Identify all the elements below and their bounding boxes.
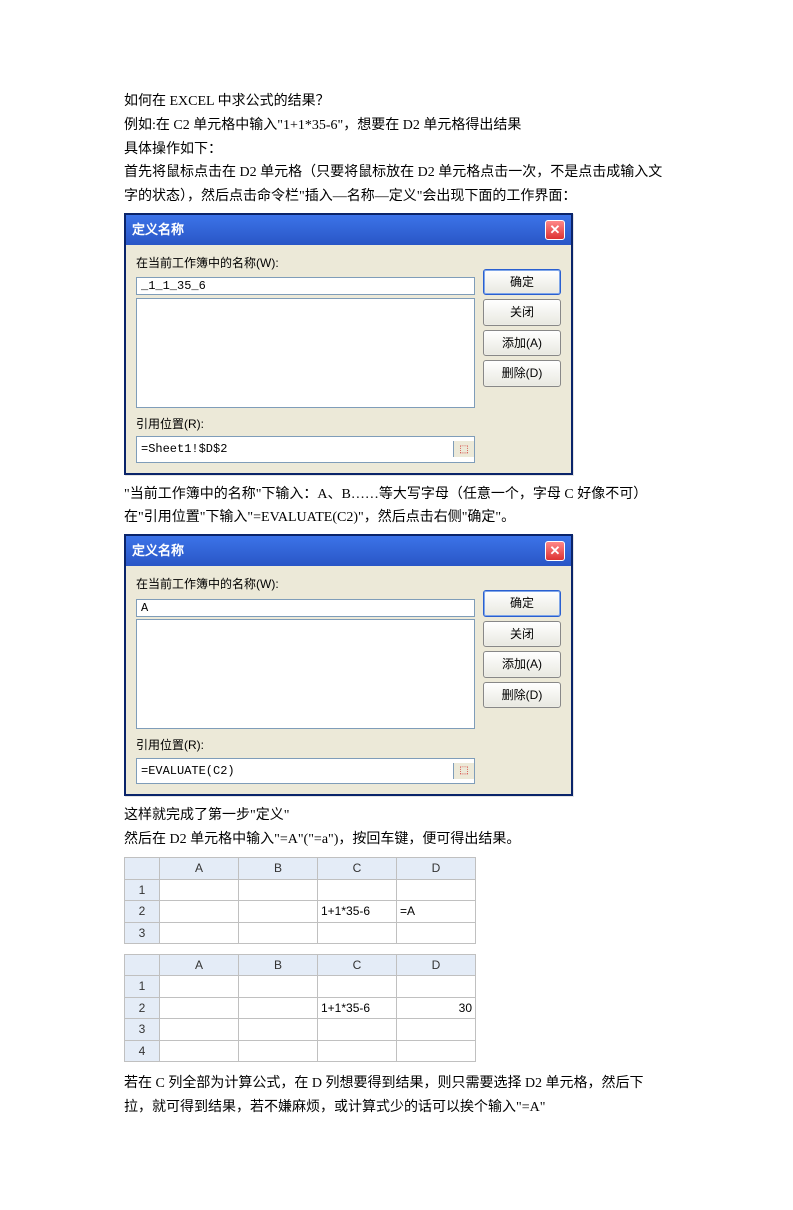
cell[interactable] — [160, 976, 239, 997]
paragraph: 具体操作如下： — [124, 138, 669, 162]
cell[interactable] — [318, 976, 397, 997]
col-header[interactable]: D — [397, 955, 476, 976]
cell[interactable] — [318, 879, 397, 900]
ref-input[interactable]: =Sheet1!$D$2 — [137, 437, 453, 461]
paragraph: 如何在 EXCEL 中求公式的结果？ — [124, 90, 669, 114]
cell[interactable] — [239, 976, 318, 997]
cell[interactable] — [239, 997, 318, 1018]
name-label: 在当前工作簿中的名称(W): — [136, 574, 475, 594]
ref-input[interactable]: =EVALUATE(C2) — [137, 759, 453, 783]
dialog-title: 定义名称 — [132, 219, 184, 241]
close-button[interactable]: 关闭 — [483, 621, 561, 647]
cell[interactable] — [239, 1040, 318, 1061]
cell[interactable] — [397, 1019, 476, 1040]
col-header[interactable]: C — [318, 955, 397, 976]
cell[interactable] — [397, 976, 476, 997]
cell[interactable] — [160, 1019, 239, 1040]
close-icon[interactable]: ✕ — [545, 220, 565, 240]
paragraph: 例如:在 C2 单元格中输入"1+1*35-6"，想要在 D2 单元格得出结果 — [124, 114, 669, 138]
cell[interactable]: =A — [397, 901, 476, 922]
row-header[interactable]: 3 — [125, 922, 160, 943]
cell[interactable] — [160, 901, 239, 922]
grid-corner[interactable] — [125, 955, 160, 976]
spreadsheet-grid: A B C D 1 2 1+1*35-6 =A 3 — [124, 857, 476, 944]
row-header[interactable]: 2 — [125, 901, 160, 922]
cell[interactable]: 1+1*35-6 — [318, 997, 397, 1018]
col-header[interactable]: B — [239, 955, 318, 976]
col-header[interactable]: A — [160, 955, 239, 976]
range-picker-icon[interactable]: ⬚ — [453, 763, 474, 779]
delete-button[interactable]: 删除(D) — [483, 360, 561, 386]
add-button[interactable]: 添加(A) — [483, 651, 561, 677]
names-listbox[interactable] — [136, 619, 475, 729]
cell[interactable] — [239, 879, 318, 900]
cell[interactable] — [160, 1040, 239, 1061]
close-button[interactable]: 关闭 — [483, 299, 561, 325]
row-header[interactable]: 3 — [125, 1019, 160, 1040]
cell[interactable] — [239, 922, 318, 943]
ok-button[interactable]: 确定 — [483, 590, 561, 616]
ok-button[interactable]: 确定 — [483, 269, 561, 295]
range-picker-icon[interactable]: ⬚ — [453, 441, 474, 457]
row-header[interactable]: 4 — [125, 1040, 160, 1061]
grid-corner[interactable] — [125, 858, 160, 879]
close-icon[interactable]: ✕ — [545, 541, 565, 561]
cell[interactable] — [239, 1019, 318, 1040]
row-header[interactable]: 2 — [125, 997, 160, 1018]
paragraph: 首先将鼠标点击在 D2 单元格（只要将鼠标放在 D2 单元格点击一次，不是点击成… — [124, 161, 669, 209]
paragraph: 在"引用位置"下输入"=EVALUATE(C2)"，然后点击右侧"确定"。 — [124, 506, 669, 530]
names-listbox[interactable] — [136, 298, 475, 408]
col-header[interactable]: A — [160, 858, 239, 879]
cell[interactable]: 1+1*35-6 — [318, 901, 397, 922]
cell[interactable] — [318, 1040, 397, 1061]
paragraph: 这样就完成了第一步"定义" — [124, 804, 669, 828]
col-header[interactable]: B — [239, 858, 318, 879]
row-header[interactable]: 1 — [125, 976, 160, 997]
cell[interactable] — [160, 922, 239, 943]
paragraph: 若在 C 列全部为计算公式，在 D 列想要得到结果，则只需要选择 D2 单元格，… — [124, 1072, 669, 1120]
row-header[interactable]: 1 — [125, 879, 160, 900]
add-button[interactable]: 添加(A) — [483, 330, 561, 356]
cell[interactable]: 30 — [397, 997, 476, 1018]
cell[interactable] — [318, 1019, 397, 1040]
col-header[interactable]: C — [318, 858, 397, 879]
name-input[interactable] — [136, 599, 475, 617]
spreadsheet-grid: A B C D 1 2 1+1*35-6 30 3 4 — [124, 954, 476, 1062]
cell[interactable] — [397, 1040, 476, 1061]
name-input[interactable] — [136, 277, 475, 295]
cell[interactable] — [239, 901, 318, 922]
paragraph: "当前工作簿中的名称"下输入：A、B……等大写字母（任意一个，字母 C 好像不可… — [124, 483, 669, 507]
ref-label: 引用位置(R): — [136, 735, 475, 755]
cell[interactable] — [397, 879, 476, 900]
cell[interactable] — [160, 997, 239, 1018]
paragraph: 然后在 D2 单元格中输入"=A"("=a")，按回车键，便可得出结果。 — [124, 828, 669, 852]
ref-label: 引用位置(R): — [136, 414, 475, 434]
delete-button[interactable]: 删除(D) — [483, 682, 561, 708]
dialog-titlebar: 定义名称 ✕ — [126, 536, 571, 566]
col-header[interactable]: D — [397, 858, 476, 879]
cell[interactable] — [160, 879, 239, 900]
define-name-dialog: 定义名称 ✕ 在当前工作簿中的名称(W): 引用位置(R): =EVALUATE… — [124, 534, 573, 796]
dialog-title: 定义名称 — [132, 540, 184, 562]
cell[interactable] — [397, 922, 476, 943]
define-name-dialog: 定义名称 ✕ 在当前工作簿中的名称(W): 引用位置(R): =Sheet1!$… — [124, 213, 573, 475]
dialog-titlebar: 定义名称 ✕ — [126, 215, 571, 245]
cell[interactable] — [318, 922, 397, 943]
name-label: 在当前工作簿中的名称(W): — [136, 253, 475, 273]
